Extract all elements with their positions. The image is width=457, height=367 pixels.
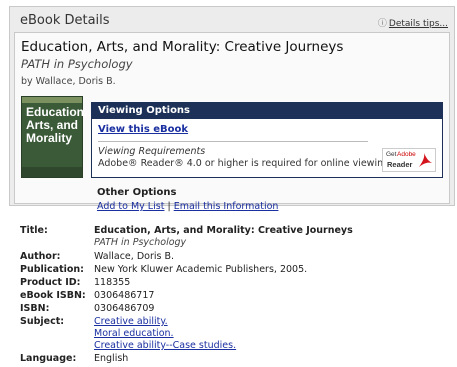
add-to-my-list-link[interactable]: Add to My List <box>97 201 164 212</box>
isbn-label: ISBN: <box>20 303 50 314</box>
subject-link[interactable]: Creative ability. <box>94 316 168 327</box>
subject-link[interactable]: Moral education. <box>94 328 174 339</box>
viewing-options-box: Viewing Options View this eBook Viewing … <box>91 102 443 178</box>
language-value: English <box>94 353 129 364</box>
cover-stripe <box>22 97 82 103</box>
badge-get-label: Get <box>386 151 397 158</box>
divider <box>98 141 368 142</box>
isbn-value: 0306486709 <box>94 303 155 314</box>
ebook-isbn-label: eBook ISBN: <box>20 290 86 301</box>
book-series: PATH in Psychology <box>21 57 133 71</box>
other-options-header: Other Options <box>97 187 177 198</box>
book-summary-box: Education, Arts, and Morality: Creative … <box>14 32 450 212</box>
title-label: Title: <box>20 225 48 236</box>
cover-footer <box>22 167 82 177</box>
subject-link[interactable]: Creative ability--Case studies. <box>94 340 236 351</box>
product-id-label: Product ID: <box>20 277 81 288</box>
cover-title: Education, Arts, and Morality <box>26 105 88 145</box>
publication-value: New York Kluwer Academic Publishers, 200… <box>94 264 308 275</box>
book-cover-image: Education, Arts, and Morality <box>21 96 88 178</box>
book-byline: by Wallace, Doris B. <box>21 76 116 87</box>
book-title: Education, Arts, and Morality: Creative … <box>21 39 344 55</box>
publication-label: Publication: <box>20 264 84 275</box>
badge-reader-label: Reader <box>387 160 413 169</box>
link-separator: | <box>167 201 171 212</box>
badge-adobe-label: Adobe <box>397 151 416 158</box>
viewing-options-header: Viewing Options <box>92 103 442 119</box>
ebook-details-panel: eBook Details ⓘ Details tips... Education… <box>9 6 455 212</box>
title-value: Education, Arts, and Morality: Creative … <box>94 225 353 236</box>
viewing-requirements-label: Viewing Requirements <box>98 146 206 157</box>
ebook-isbn-value: 0306486717 <box>94 290 155 301</box>
author-value: Wallace, Doris B. <box>94 251 174 262</box>
subject-label: Subject: <box>20 316 65 327</box>
language-label: Language: <box>20 353 77 364</box>
details-tips-label[interactable]: Details tips... <box>389 19 448 29</box>
series-value: PATH in Psychology <box>94 237 187 248</box>
info-icon: ⓘ <box>377 19 387 29</box>
viewing-requirements-text: Adobe® Reader® 4.0 or higher is required… <box>98 158 393 169</box>
adobe-reader-icon <box>419 153 432 167</box>
get-adobe-reader-button[interactable]: Get Adobe Reader <box>382 148 436 172</box>
panel-title: eBook Details <box>20 13 110 28</box>
view-ebook-link[interactable]: View this eBook <box>98 124 188 135</box>
email-information-link[interactable]: Email this Information <box>174 201 279 212</box>
details-tips-link[interactable]: ⓘ Details tips... <box>378 16 448 29</box>
product-id-value: 118355 <box>94 277 131 288</box>
other-options-links: Add to My List | Email this Information <box>97 201 278 212</box>
author-label: Author: <box>20 251 61 262</box>
